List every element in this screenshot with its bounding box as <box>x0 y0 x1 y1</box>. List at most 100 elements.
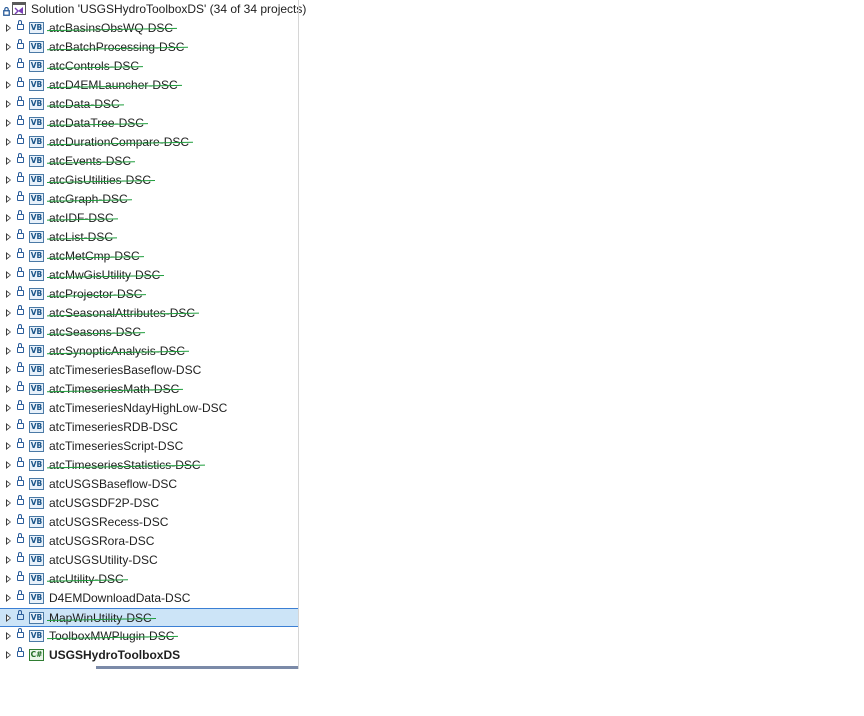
vb-project-icon: VB <box>29 592 44 604</box>
lock-icon <box>17 400 24 410</box>
expand-arrow-icon[interactable] <box>6 81 11 89</box>
project-node[interactable]: VBMapWinUtility-DSC <box>0 608 299 627</box>
expand-arrow-icon[interactable] <box>6 480 11 488</box>
project-node[interactable]: C# USGSHydroToolboxDS <box>0 646 299 665</box>
expand-arrow-icon[interactable] <box>6 119 11 127</box>
expand-arrow-icon[interactable] <box>6 43 11 51</box>
vb-project-icon: VB <box>29 41 44 53</box>
expand-arrow-icon[interactable] <box>6 518 11 526</box>
project-node[interactable]: VB atcDataTree-DSC <box>0 114 299 133</box>
expand-arrow-icon[interactable] <box>6 594 11 602</box>
project-node[interactable]: VBatcMwGisUtility-DSC <box>0 266 299 285</box>
vb-project-icon: VB <box>29 383 44 395</box>
lock-icon <box>17 115 24 125</box>
project-node[interactable]: VB atcList-DSC <box>0 228 299 247</box>
lock-icon <box>17 381 24 391</box>
expand-arrow-icon[interactable] <box>6 537 11 545</box>
project-node[interactable]: VB atcSeasonalAttributes-DSC <box>0 304 299 323</box>
vb-project-icon: VB <box>29 22 44 34</box>
expand-arrow-icon[interactable] <box>6 347 11 355</box>
lock-icon <box>17 457 24 467</box>
project-node[interactable]: VB atcGraph-DSC <box>0 190 299 209</box>
project-node[interactable]: VB atcGisUtilities-DSC <box>0 171 299 190</box>
expand-arrow-icon[interactable] <box>6 233 11 241</box>
expand-arrow-icon[interactable] <box>6 138 11 146</box>
lock-icon <box>17 172 24 182</box>
expand-arrow-icon[interactable] <box>6 328 11 336</box>
project-node[interactable]: VBToolboxMWPlugin-DSC <box>0 627 299 646</box>
expand-arrow-icon[interactable] <box>6 614 11 622</box>
expand-arrow-icon[interactable] <box>6 214 11 222</box>
project-node[interactable]: VBatcTimeseriesStatistics-DSC <box>0 456 299 475</box>
project-node[interactable]: VB atcIDF-DSC <box>0 209 299 228</box>
vb-project-icon: VB <box>29 630 44 642</box>
solution-explorer-tree: Solution 'USGSHydroToolboxDS' (34 of 34 … <box>0 0 306 669</box>
project-label: atcTimeseriesScript-DSC <box>49 439 184 453</box>
project-node[interactable]: VB atcTimeseriesBaseflow-DSC <box>0 361 299 380</box>
project-node[interactable]: VB atcSeasons-DSC <box>0 323 299 342</box>
lock-icon <box>17 610 24 620</box>
project-node[interactable]: VBatcBasinsObsWQ-DSC <box>0 19 299 38</box>
vb-project-icon: VB <box>29 326 44 338</box>
expand-arrow-icon[interactable] <box>6 176 11 184</box>
expand-arrow-icon[interactable] <box>6 271 11 279</box>
vb-project-icon: VB <box>29 478 44 490</box>
project-label: USGSHydroToolboxDS <box>49 648 181 662</box>
vb-project-icon: VB <box>29 364 44 376</box>
project-node[interactable]: VBatcData-DSC <box>0 95 299 114</box>
expand-arrow-icon[interactable] <box>6 252 11 260</box>
expand-arrow-icon[interactable] <box>6 195 11 203</box>
solution-label: Solution 'USGSHydroToolboxDS' (34 of 34 … <box>31 2 307 16</box>
expand-arrow-icon[interactable] <box>6 556 11 564</box>
project-node[interactable]: VB atcTimeseriesRDB-DSC <box>0 418 299 437</box>
horizontal-scrollbar[interactable] <box>96 666 299 669</box>
lock-icon <box>17 476 24 486</box>
expand-arrow-icon[interactable] <box>6 24 11 32</box>
lock-icon <box>17 210 24 220</box>
project-node[interactable]: VB atcUSGSRecess-DSC <box>0 513 299 532</box>
project-node[interactable]: VB atcProjector-DSC <box>0 285 299 304</box>
project-node[interactable]: VB atcUtility-DSC <box>0 570 299 589</box>
expand-arrow-icon[interactable] <box>6 632 11 640</box>
project-node[interactable]: VBatcTimeseriesMath-DSC <box>0 380 299 399</box>
expand-arrow-icon[interactable] <box>6 290 11 298</box>
vb-project-icon: VB <box>29 421 44 433</box>
project-node[interactable]: VBatcD4EMLauncher-DSC <box>0 76 299 95</box>
lock-icon <box>17 628 24 638</box>
expand-arrow-icon[interactable] <box>6 385 11 393</box>
expand-arrow-icon[interactable] <box>6 366 11 374</box>
expand-arrow-icon[interactable] <box>6 62 11 70</box>
expand-arrow-icon[interactable] <box>6 575 11 583</box>
project-node[interactable]: VB atcBatchProcessing-DSC <box>0 38 299 57</box>
project-label: D4EMDownloadData-DSC <box>49 591 191 605</box>
project-node[interactable]: VBatcSynopticAnalysis-DSC <box>0 342 299 361</box>
project-node[interactable]: VBatcMetCmp-DSC <box>0 247 299 266</box>
project-label: atcUSGSUtility-DSC <box>49 553 158 567</box>
project-node[interactable]: VB atcTimeseriesNdayHighLow-DSC <box>0 399 299 418</box>
vb-project-icon: VB <box>29 231 44 243</box>
solution-node[interactable]: Solution 'USGSHydroToolboxDS' (34 of 34 … <box>0 0 306 19</box>
expand-arrow-icon[interactable] <box>6 461 11 469</box>
project-node[interactable]: VBatcControls-DSC <box>0 57 299 76</box>
project-node[interactable]: VBatcEvents-DSC <box>0 152 299 171</box>
expand-arrow-icon[interactable] <box>6 309 11 317</box>
expand-arrow-icon[interactable] <box>6 100 11 108</box>
expand-arrow-icon[interactable] <box>6 442 11 450</box>
project-node[interactable]: VB atcTimeseriesScript-DSC <box>0 437 299 456</box>
expand-arrow-icon[interactable] <box>6 157 11 165</box>
lock-icon <box>17 20 24 30</box>
vb-project-icon: VB <box>29 155 44 167</box>
lock-icon <box>17 647 24 657</box>
expand-arrow-icon[interactable] <box>6 404 11 412</box>
project-node[interactable]: VB atcUSGSBaseflow-DSC <box>0 475 299 494</box>
project-node[interactable]: VB atcUSGSDF2P-DSC <box>0 494 299 513</box>
expand-arrow-icon[interactable] <box>6 651 11 659</box>
project-node[interactable]: VB atcUSGSRora-DSC <box>0 532 299 551</box>
expand-arrow-icon[interactable] <box>6 423 11 431</box>
expand-arrow-icon[interactable] <box>6 499 11 507</box>
lock-icon <box>17 571 24 581</box>
project-node[interactable]: VB D4EMDownloadData-DSC <box>0 589 299 608</box>
vb-project-icon: VB <box>29 345 44 357</box>
project-node[interactable]: VB atcUSGSUtility-DSC <box>0 551 299 570</box>
project-node[interactable]: VBatcDurationCompare-DSC <box>0 133 299 152</box>
